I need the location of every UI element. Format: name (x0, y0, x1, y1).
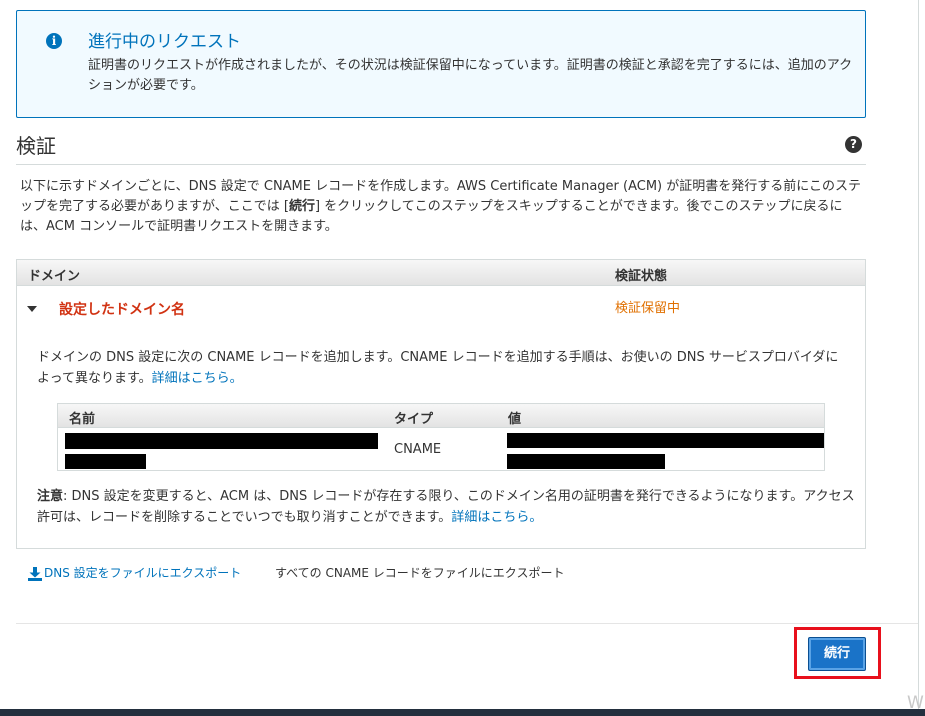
export-dns-link[interactable]: DNS 設定をファイルにエクスポート (44, 565, 241, 581)
section-intro: 以下に示すドメインごとに、DNS 設定で CNAME レコードを作成します。AW… (20, 179, 861, 234)
domain-table: ドメイン 検証状態 設定したドメイン名 検証保留中 ドメインの DNS 設定に次… (16, 259, 866, 549)
details-link[interactable]: 詳細はこちら。 (451, 510, 542, 525)
redacted-record-value (507, 454, 665, 469)
column-header-domain: ドメイン (28, 269, 81, 284)
footer-divider (16, 623, 918, 624)
redacted-record-name (65, 433, 378, 449)
cropped-corner-glyph: W (907, 693, 924, 713)
details-link[interactable]: 詳細はこちら。 (152, 371, 243, 386)
info-icon: i (46, 33, 62, 49)
cname-record-table: 名前 タイプ 値 CNAME (57, 403, 825, 471)
intro-continue-keyword: 続行 (288, 199, 315, 214)
column-header-name: 名前 (69, 412, 96, 427)
record-type: CNAME (394, 442, 442, 457)
cname-instructions: ドメインの DNS 設定に次の CNAME レコードを追加します。CNAME レ… (37, 350, 839, 386)
content-right-border (918, 0, 919, 716)
domain-table-header: ドメイン 検証状態 (17, 260, 865, 286)
section-title: 検証 (16, 134, 56, 158)
note-label: 注意 (37, 489, 64, 504)
dns-note: 注意: DNS 設定を変更すると、ACM は、DNS レコードが存在する限り、こ… (37, 489, 855, 525)
column-header-value: 値 (508, 412, 522, 427)
notice-title: 進行中のリクエスト (88, 32, 241, 52)
download-icon (28, 567, 42, 581)
export-all-cname[interactable]: すべての CNAME レコードをファイルにエクスポート (275, 565, 564, 581)
cname-table-header: 名前 タイプ 値 (58, 404, 824, 428)
domain-name[interactable]: 設定したドメイン名 (59, 299, 185, 319)
redacted-record-name (65, 454, 146, 469)
column-header-status: 検証状態 (615, 269, 668, 284)
validation-status: 検証保留中 (615, 301, 681, 316)
column-header-type: タイプ (394, 412, 434, 427)
section-divider (16, 164, 866, 165)
continue-button[interactable]: 続行 (808, 637, 866, 671)
bottom-bar (0, 709, 925, 716)
redacted-record-value (507, 433, 824, 448)
in-progress-notice: i 進行中のリクエスト 証明書のリクエストが作成されましたが、その状況は検証保留… (16, 10, 866, 118)
expand-caret-icon[interactable] (27, 306, 37, 312)
notice-body: 証明書のリクエストが作成されましたが、その状況は検証保留中になっています。証明書… (88, 58, 853, 93)
help-icon[interactable]: ? (845, 136, 862, 153)
